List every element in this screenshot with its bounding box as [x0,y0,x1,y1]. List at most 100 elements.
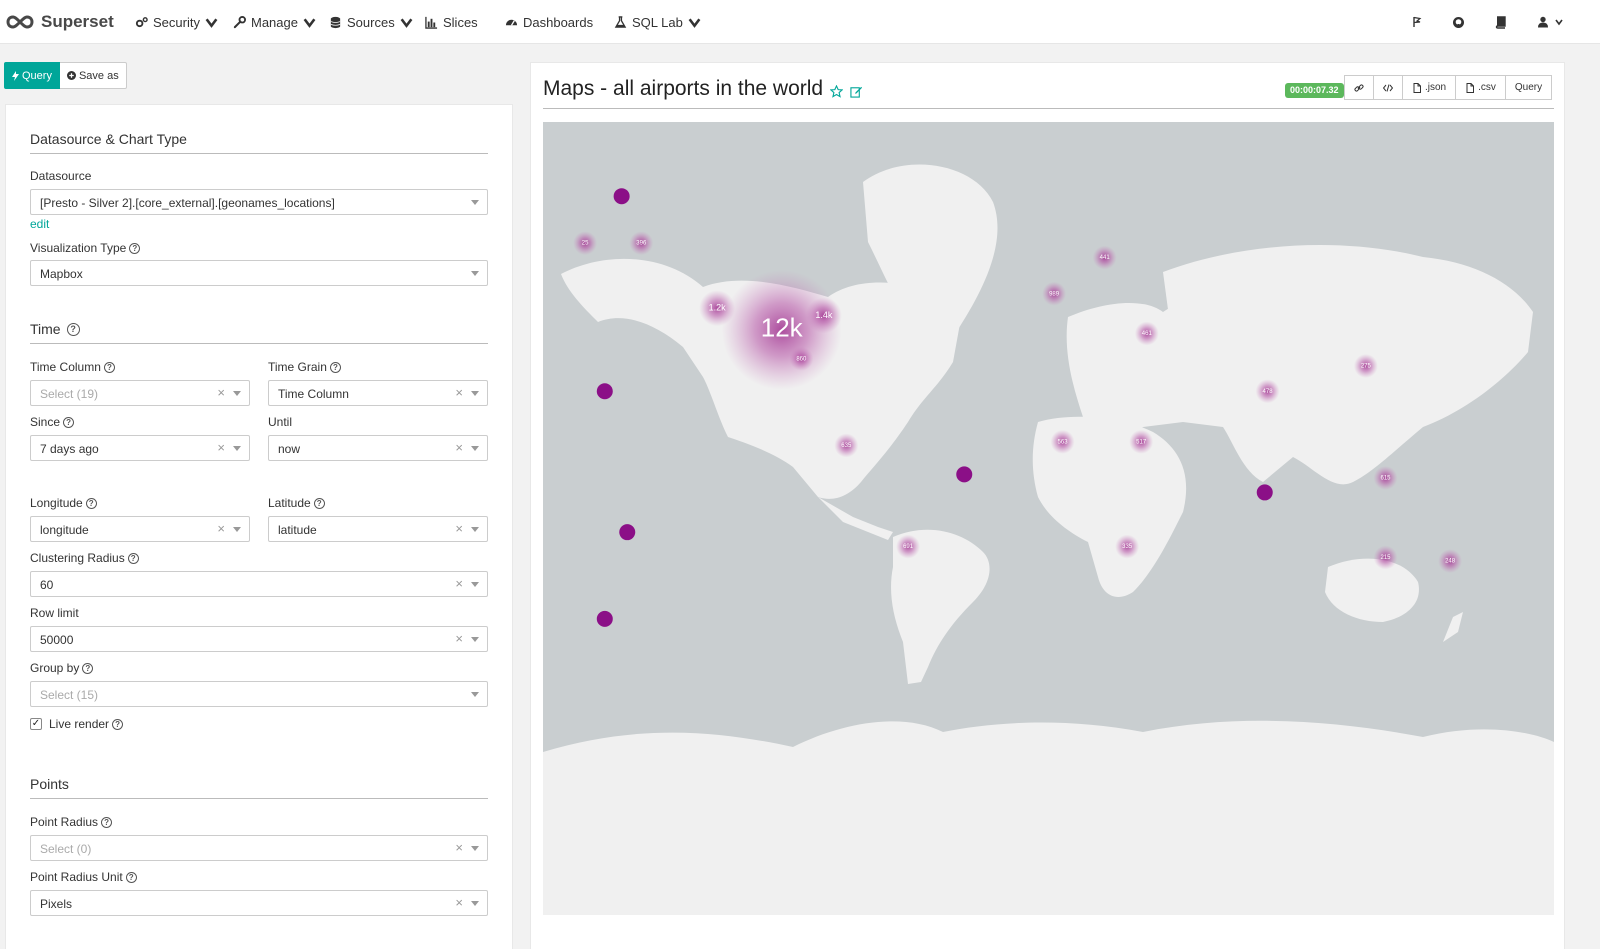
airport-cluster[interactable]: 860 [789,346,814,371]
json-export-button[interactable]: .json [1402,75,1457,100]
airport-cluster[interactable]: 635 [834,433,859,458]
help-icon[interactable]: ? [129,242,141,254]
airport-cluster[interactable]: 989 [1042,281,1067,306]
brand-name: Superset [41,12,114,31]
shorturl-button[interactable] [1344,75,1374,100]
clear-icon[interactable]: × [455,631,463,646]
group-by-select[interactable]: Select (15) [30,681,488,707]
nav-security[interactable]: Security [135,12,218,32]
help-icon[interactable]: ? [66,322,80,336]
clear-icon[interactable]: × [455,895,463,910]
datasource-select[interactable]: [Presto - Silver 2].[core_external].[geo… [30,189,488,215]
airport-cluster[interactable]: 478 [1255,379,1280,404]
clear-icon[interactable]: × [455,576,463,591]
cluster-count-label: 517 [1136,439,1147,445]
time-grain-label: Time Grain? [268,360,341,374]
airport-cluster[interactable]: 396 [629,231,654,256]
airport-point[interactable] [1256,484,1273,501]
edit-icon[interactable] [850,85,863,98]
nav-sources-label: Sources [347,14,395,30]
mapbox-map[interactable]: 12k 1.4k 1.2k 860 989 396 441 461 691 615 635 563 51… [543,122,1554,915]
airport-cluster[interactable]: 461 [1134,321,1159,346]
top-navbar: Superset Security Manage Sources Slices … [0,0,1600,44]
cluster-count-label: 691 [903,544,914,550]
latitude-select[interactable]: latitude × [268,516,488,542]
flag-button[interactable] [1412,12,1424,32]
time-column-select[interactable]: Select (19) × [30,380,250,406]
caret-down-icon [471,271,479,276]
map-canvas[interactable]: 12k 1.4k 1.2k 860 989 396 441 461 691 615 635 563 51… [543,122,1554,915]
chevron-down-icon [205,17,218,28]
nav-security-label: Security [153,14,200,30]
since-select[interactable]: 7 days ago × [30,435,250,461]
help-icon[interactable]: ? [103,361,115,373]
airport-point[interactable] [956,466,973,483]
cluster-count-label: 635 [841,443,852,449]
clear-icon[interactable]: × [455,521,463,536]
help-icon[interactable]: ? [127,552,139,564]
airport-cluster[interactable]: 215 [1373,545,1398,570]
clear-icon[interactable]: × [217,521,225,536]
airport-cluster[interactable]: 441 [1092,245,1117,270]
caret-down-icon [471,637,479,642]
airport-cluster[interactable]: 335 [1115,534,1140,559]
until-select[interactable]: now × [268,435,488,461]
embed-button[interactable] [1373,75,1403,100]
user-menu[interactable] [1537,12,1563,32]
airport-cluster[interactable]: 1.2k [699,290,736,327]
help-icon[interactable]: ? [112,718,124,730]
chart-header: Maps - all airports in the world [543,77,863,101]
clear-icon[interactable]: × [217,385,225,400]
help-icon[interactable]: ? [101,816,113,828]
clear-icon[interactable]: × [455,440,463,455]
github-button[interactable] [1452,12,1465,32]
airport-point[interactable] [619,524,636,541]
section-datasource-title: Datasource & Chart Type [30,131,187,147]
airport-point[interactable] [613,188,630,205]
help-icon[interactable]: ? [313,497,325,509]
csv-export-button[interactable]: .csv [1455,75,1506,100]
airport-cluster[interactable]: 275 [1353,353,1378,378]
help-icon[interactable]: ? [125,871,137,883]
user-icon [1538,16,1548,28]
airport-cluster[interactable]: 248 [1438,549,1463,574]
clustering-radius-label-text: Clustering Radius [30,551,125,565]
airport-cluster[interactable]: 517 [1129,429,1154,454]
datasource-edit-link[interactable]: edit [30,217,49,231]
save-as-button[interactable]: Save as [59,62,127,89]
airport-cluster[interactable]: 691 [896,534,921,559]
row-limit-select[interactable]: 50000 × [30,626,488,652]
help-icon[interactable]: ? [329,361,341,373]
nav-dashboards[interactable]: Dashboards [505,12,593,32]
nav-manage[interactable]: Manage [233,12,316,32]
row-limit-label-text: Row limit [30,606,79,620]
point-radius-unit-select[interactable]: Pixels × [30,890,488,916]
airport-point[interactable] [596,383,613,400]
live-render-checkbox[interactable]: ✓ [30,718,42,730]
airport-cluster[interactable]: 1.4k [805,297,842,334]
brand[interactable]: Superset [6,10,114,34]
clustering-radius-select[interactable]: 60 × [30,571,488,597]
airport-cluster[interactable]: 563 [1050,429,1075,454]
clear-icon[interactable]: × [455,385,463,400]
clear-icon[interactable]: × [217,440,225,455]
clear-icon[interactable]: × [455,840,463,855]
nav-sources[interactable]: Sources [329,12,413,32]
airport-cluster[interactable]: 615 [1373,465,1398,490]
point-radius-select[interactable]: Select (0) × [30,835,488,861]
help-icon[interactable]: ? [82,662,94,674]
docs-button[interactable] [1494,12,1507,32]
airport-point[interactable] [596,610,613,627]
airport-cluster[interactable]: 25 [573,231,598,256]
query-button[interactable]: Query [4,62,60,89]
help-icon[interactable]: ? [85,497,97,509]
nav-sql-lab[interactable]: SQL Lab [614,12,701,32]
view-query-button[interactable]: Query [1504,75,1553,100]
star-icon[interactable] [830,84,844,98]
time-grain-select[interactable]: Time Column × [268,380,488,406]
longitude-select[interactable]: longitude × [30,516,250,542]
nav-slices[interactable]: Slices [425,12,478,32]
help-icon[interactable]: ? [63,416,75,428]
view-query-label: Query [1514,82,1543,93]
viz-type-select[interactable]: Mapbox [30,260,488,286]
